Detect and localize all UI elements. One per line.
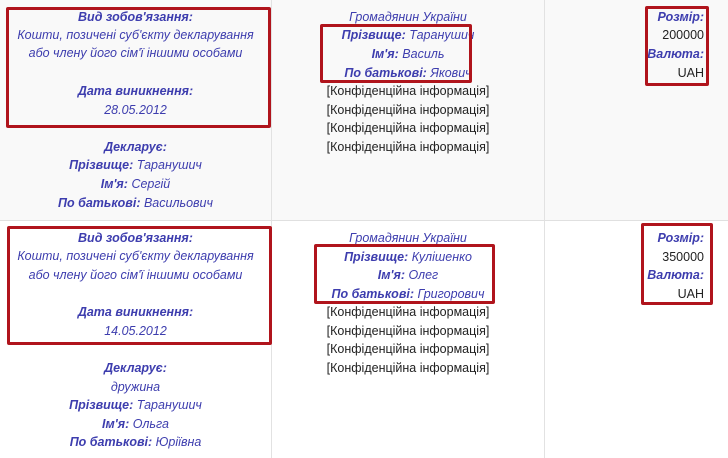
confidential-text: [Конфіденційна інформація] [326,361,490,375]
confidential-text: [Конфіденційна інформація] [326,324,490,338]
declarant-patronymic: По батькові: Васильович [58,196,213,210]
highlight-box-creditor [320,24,472,83]
highlight-box-amount [645,6,709,86]
declarant-patronymic: По батькові: Юріївна [69,435,202,449]
confidential-text: [Конфіденційна інформація] [326,84,490,98]
obligations-table: Вид зобов'язання: Кошти, позичені суб'єк… [0,0,728,458]
declares-label: Декларує: [104,361,167,375]
confidential-text: [Конфіденційна інформація] [326,140,490,154]
declarant-relation: дружина [110,380,161,394]
confidential-text: [Конфіденційна інформація] [326,121,490,135]
highlight-box-amount [641,223,713,305]
confidential-text: [Конфіденційна інформація] [326,305,490,319]
declares-label: Декларує: [104,140,167,154]
declarant-name: Ім'я: Ольга [102,417,169,431]
highlight-box-obligation [6,7,271,128]
declarant-surname: Прізвище: Таранушич [69,398,202,412]
declarant-surname: Прізвище: Таранушич [69,158,202,172]
confidential-text: [Конфіденційна інформація] [326,342,490,356]
confidential-text: [Конфіденційна інформація] [326,103,490,117]
highlight-box-creditor [314,244,495,304]
declarant-name: Ім'я: Сергій [100,177,171,191]
highlight-box-obligation [7,226,272,345]
